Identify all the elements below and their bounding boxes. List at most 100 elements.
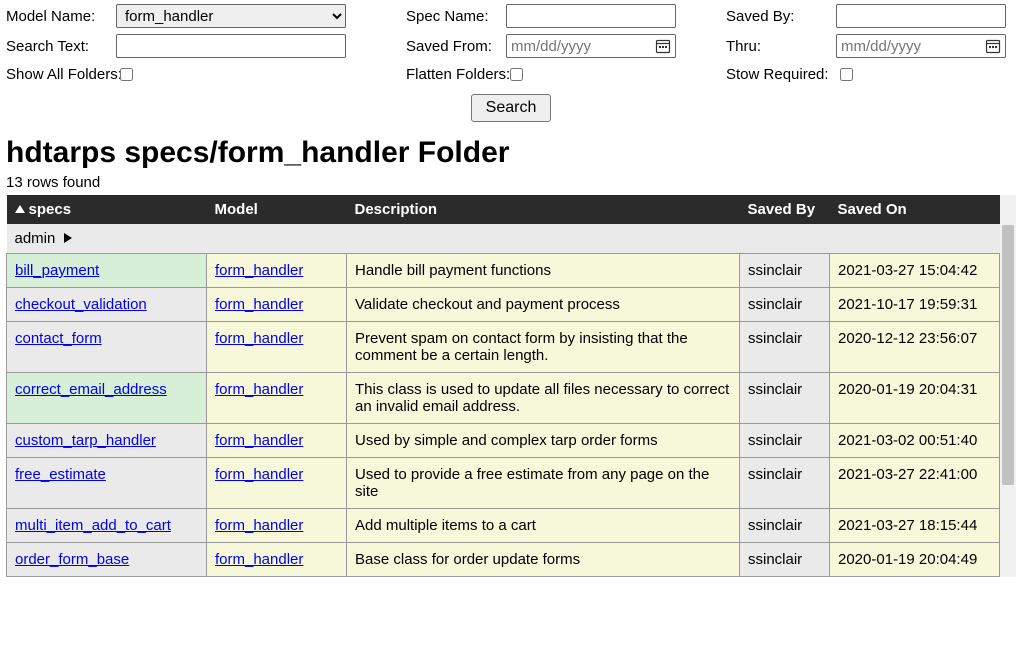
saved-on-cell: 2021-03-02 00:51:40 bbox=[830, 424, 1000, 458]
model-cell: form_handler bbox=[207, 509, 347, 543]
sort-asc-icon bbox=[15, 205, 25, 213]
model-cell: form_handler bbox=[207, 543, 347, 577]
spec-link[interactable]: correct_email_address bbox=[15, 381, 167, 398]
spec-link[interactable]: multi_item_add_to_cart bbox=[15, 517, 171, 534]
description-cell: Used by simple and complex tarp order fo… bbox=[347, 424, 740, 458]
table-row: free_estimate form_handler Used to provide… bbox=[7, 458, 1000, 509]
search-text-input[interactable] bbox=[116, 34, 346, 58]
saved-from-field[interactable] bbox=[506, 34, 676, 58]
spec-name-label: Spec Name: bbox=[406, 8, 506, 25]
group-row[interactable]: admin bbox=[7, 224, 1000, 254]
flatten-folders-checkbox[interactable] bbox=[510, 68, 523, 81]
table-row: bill_payment form_handler Handle bill paym… bbox=[7, 254, 1000, 288]
model-link[interactable]: form_handler bbox=[215, 296, 303, 313]
scroll-thumb[interactable] bbox=[1002, 225, 1014, 485]
saved-by-cell: ssinclair bbox=[740, 322, 830, 373]
spec-link[interactable]: bill_payment bbox=[15, 262, 99, 279]
flatten-folders-label: Flatten Folders: bbox=[406, 66, 506, 83]
expand-icon bbox=[64, 233, 72, 243]
spec-cell: custom_tarp_handler bbox=[7, 424, 207, 458]
search-button[interactable]: Search bbox=[471, 94, 552, 122]
model-link[interactable]: form_handler bbox=[215, 517, 303, 534]
row-count: 13 rows found bbox=[6, 174, 1016, 191]
spec-link[interactable]: free_estimate bbox=[15, 466, 106, 483]
spec-cell: order_form_base bbox=[7, 543, 207, 577]
saved-by-input[interactable] bbox=[836, 4, 1006, 28]
col-header-saved-on[interactable]: Saved On bbox=[830, 195, 1000, 224]
saved-by-label: Saved By: bbox=[726, 8, 836, 25]
calendar-icon[interactable] bbox=[655, 38, 671, 54]
model-link[interactable]: form_handler bbox=[215, 381, 303, 398]
saved-on-cell: 2020-01-19 20:04:31 bbox=[830, 373, 1000, 424]
saved-by-cell: ssinclair bbox=[740, 458, 830, 509]
table-container: specs Model Description Saved By Saved O… bbox=[6, 195, 1016, 577]
model-cell: form_handler bbox=[207, 322, 347, 373]
col-header-model[interactable]: Model bbox=[207, 195, 347, 224]
specs-table: specs Model Description Saved By Saved O… bbox=[6, 195, 1000, 577]
model-cell: form_handler bbox=[207, 254, 347, 288]
description-cell: Prevent spam on contact form by insistin… bbox=[347, 322, 740, 373]
col-header-saved-by[interactable]: Saved By bbox=[740, 195, 830, 224]
model-link[interactable]: form_handler bbox=[215, 330, 303, 347]
model-link[interactable]: form_handler bbox=[215, 551, 303, 568]
col-header-description[interactable]: Description bbox=[347, 195, 740, 224]
saved-on-cell: 2020-01-19 20:04:49 bbox=[830, 543, 1000, 577]
col-header-specs[interactable]: specs bbox=[7, 195, 207, 224]
model-name-select[interactable]: form_handler bbox=[116, 4, 346, 28]
thru-input[interactable] bbox=[841, 36, 985, 56]
spec-link[interactable]: checkout_validation bbox=[15, 296, 147, 313]
thru-label: Thru: bbox=[726, 38, 836, 55]
spec-cell: contact_form bbox=[7, 322, 207, 373]
spec-link[interactable]: contact_form bbox=[15, 330, 102, 347]
page-title: hdtarps specs/form_handler Folder bbox=[6, 136, 1016, 170]
spec-link[interactable]: custom_tarp_handler bbox=[15, 432, 156, 449]
saved-by-cell: ssinclair bbox=[740, 509, 830, 543]
spec-cell: checkout_validation bbox=[7, 288, 207, 322]
table-row: correct_email_address form_handler This cl… bbox=[7, 373, 1000, 424]
vertical-scrollbar[interactable] bbox=[1000, 195, 1016, 577]
saved-on-cell: 2021-03-27 15:04:42 bbox=[830, 254, 1000, 288]
model-cell: form_handler bbox=[207, 288, 347, 322]
search-text-label: Search Text: bbox=[6, 38, 116, 55]
table-row: contact_form form_handler Prevent spam on … bbox=[7, 322, 1000, 373]
table-row: multi_item_add_to_cart form_handler Add mu… bbox=[7, 509, 1000, 543]
show-all-folders-checkbox[interactable] bbox=[120, 68, 133, 81]
description-cell: Base class for order update forms bbox=[347, 543, 740, 577]
stow-required-checkbox[interactable] bbox=[840, 68, 853, 81]
model-link[interactable]: form_handler bbox=[215, 466, 303, 483]
spec-name-input[interactable] bbox=[506, 4, 676, 28]
table-row: checkout_validation form_handler Validate … bbox=[7, 288, 1000, 322]
model-link[interactable]: form_handler bbox=[215, 432, 303, 449]
description-cell: Validate checkout and payment process bbox=[347, 288, 740, 322]
saved-by-cell: ssinclair bbox=[740, 373, 830, 424]
model-link[interactable]: form_handler bbox=[215, 262, 303, 279]
saved-by-cell: ssinclair bbox=[740, 288, 830, 322]
show-all-folders-label: Show All Folders: bbox=[6, 66, 116, 83]
calendar-icon[interactable] bbox=[985, 38, 1001, 54]
description-cell: Add multiple items to a cart bbox=[347, 509, 740, 543]
group-label: admin bbox=[15, 230, 56, 247]
model-cell: form_handler bbox=[207, 424, 347, 458]
table-row: custom_tarp_handler form_handler Used by s… bbox=[7, 424, 1000, 458]
thru-field[interactable] bbox=[836, 34, 1006, 58]
stow-required-label: Stow Required: bbox=[726, 66, 836, 83]
saved-on-cell: 2021-10-17 19:59:31 bbox=[830, 288, 1000, 322]
saved-from-label: Saved From: bbox=[406, 38, 506, 55]
spec-cell: correct_email_address bbox=[7, 373, 207, 424]
saved-by-cell: ssinclair bbox=[740, 543, 830, 577]
saved-by-cell: ssinclair bbox=[740, 424, 830, 458]
model-name-label: Model Name: bbox=[6, 8, 116, 25]
saved-on-cell: 2020-12-12 23:56:07 bbox=[830, 322, 1000, 373]
saved-from-input[interactable] bbox=[511, 36, 655, 56]
description-cell: Handle bill payment functions bbox=[347, 254, 740, 288]
spec-cell: multi_item_add_to_cart bbox=[7, 509, 207, 543]
description-cell: This class is used to update all files n… bbox=[347, 373, 740, 424]
model-cell: form_handler bbox=[207, 373, 347, 424]
spec-cell: bill_payment bbox=[7, 254, 207, 288]
table-row: order_form_base form_handler Base class fo… bbox=[7, 543, 1000, 577]
saved-on-cell: 2021-03-27 18:15:44 bbox=[830, 509, 1000, 543]
description-cell: Used to provide a free estimate from any… bbox=[347, 458, 740, 509]
spec-link[interactable]: order_form_base bbox=[15, 551, 129, 568]
spec-cell: free_estimate bbox=[7, 458, 207, 509]
saved-by-cell: ssinclair bbox=[740, 254, 830, 288]
